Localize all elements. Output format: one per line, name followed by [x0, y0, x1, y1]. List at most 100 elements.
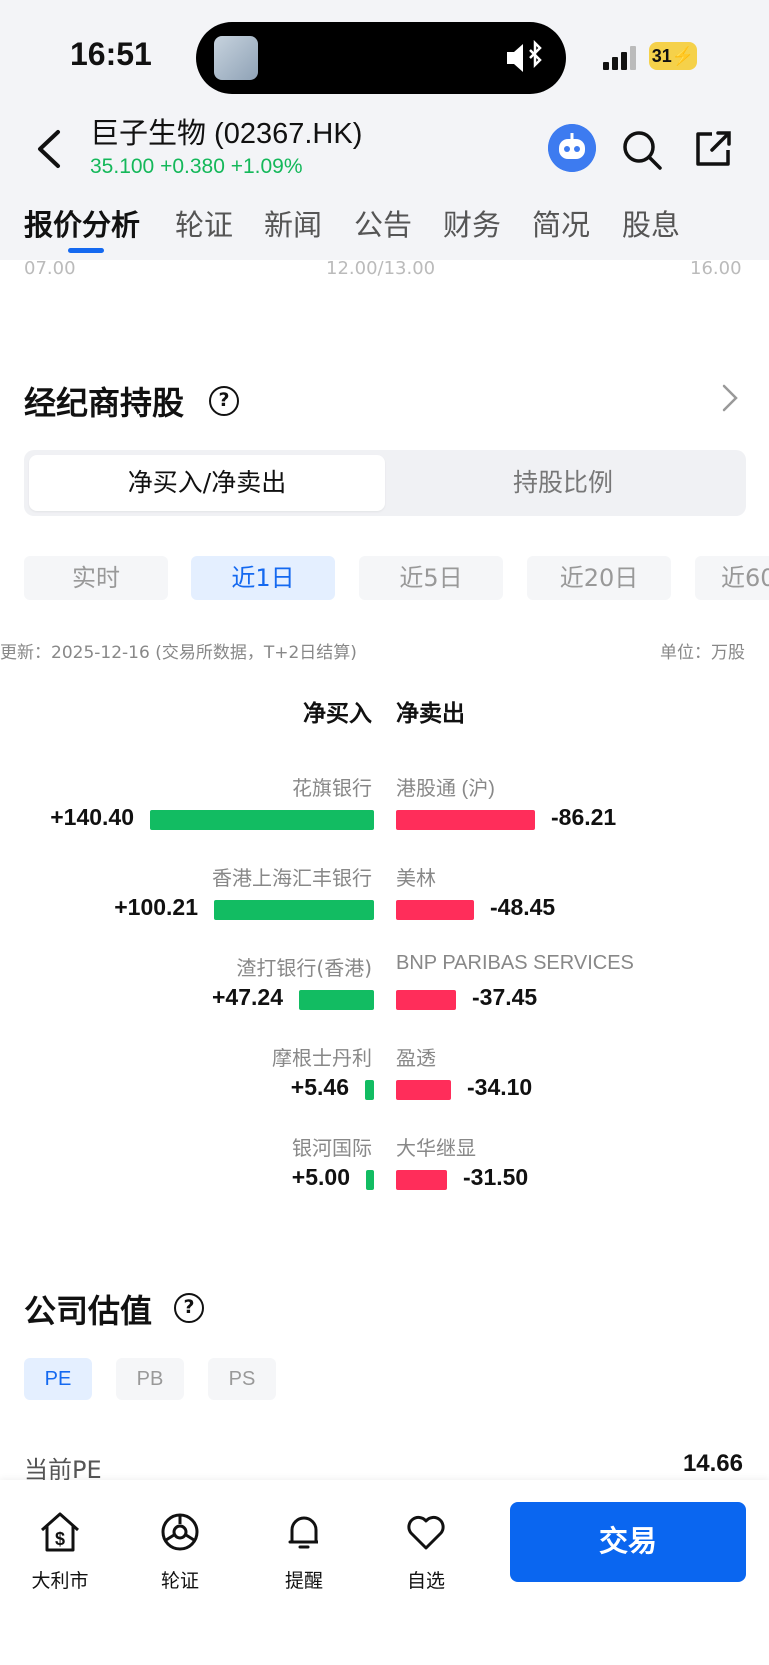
period-filter: 实时 近1日 近5日 近20日 近60日 — [0, 556, 769, 600]
nav-watchlist[interactable]: 自选 — [376, 1510, 476, 1593]
tab-profile[interactable]: 简况 — [532, 202, 590, 244]
buyer-broker-name: 花旗银行 — [292, 776, 372, 800]
net-buy-bar — [214, 900, 374, 920]
tab-news[interactable]: 新闻 — [264, 202, 322, 244]
net-sell-bar — [396, 1080, 451, 1100]
chevron-right-icon[interactable] — [720, 382, 740, 414]
seller-broker-name: 盈透 — [396, 1048, 436, 1070]
seller-broker-name: 港股通 (沪) — [396, 778, 495, 800]
net-sell-bar — [396, 990, 456, 1010]
period-5d[interactable]: 近5日 — [359, 556, 503, 600]
svg-text:$: $ — [55, 1529, 65, 1549]
net-sell-value: -37.45 — [472, 984, 538, 1010]
content-panel: 07.00 12.00/13.00 16.00 经纪商持股 ? 净买入/净卖出 … — [0, 258, 769, 1484]
buyer-broker-name: 渣打银行(香港) — [236, 956, 372, 980]
legend-net-buy: 净买入 — [303, 701, 372, 727]
help-icon[interactable]: ? — [174, 1293, 204, 1323]
valuation-tab-pb[interactable]: PB — [116, 1358, 184, 1400]
net-buy-value: +47.24 — [212, 984, 283, 1010]
buyer-broker-name: 银河国际 — [292, 1136, 372, 1160]
status-time: 16:51 — [70, 36, 152, 72]
battery-level: 31 — [651, 46, 672, 66]
broker-row: 香港上海汇丰银行 美林 +100.21 -48.45 — [0, 862, 769, 952]
net-buy-value: +140.40 — [50, 804, 134, 830]
nav-label: 提醒 — [284, 1570, 323, 1592]
chart-time-label: 07.00 — [24, 258, 76, 279]
status-bar: 16:51 31⚡ — [0, 0, 769, 110]
net-buy-value: +5.00 — [291, 1164, 350, 1190]
net-sell-value: -86.21 — [551, 804, 617, 830]
buyer-broker-name: 摩根士丹利 — [272, 1046, 372, 1070]
ai-assistant-robot-icon[interactable] — [548, 124, 596, 172]
chart-time-label: 12.00/13.00 — [326, 258, 436, 279]
now-playing-thumbnail — [214, 36, 258, 80]
net-buy-bar — [365, 1080, 374, 1100]
valuation-title: 公司估值 — [24, 1292, 153, 1330]
period-realtime[interactable]: 实时 — [24, 556, 168, 600]
net-buy-bar — [366, 1170, 374, 1190]
seller-broker-name: 大华继显 — [396, 1138, 476, 1160]
active-tab-indicator — [68, 248, 104, 253]
help-icon[interactable]: ? — [209, 386, 239, 416]
net-sell-value: -31.50 — [463, 1164, 529, 1190]
net-buy-value: +5.46 — [290, 1074, 349, 1100]
broker-row: 花旗银行 港股通 (沪) +140.40 -86.21 — [0, 772, 769, 862]
period-60d[interactable]: 近60日 — [695, 556, 769, 600]
dynamic-island[interactable] — [196, 22, 566, 94]
net-sell-value: -34.10 — [467, 1074, 533, 1100]
net-sell-bar — [396, 900, 474, 920]
net-buy-value: +100.21 — [114, 894, 198, 920]
net-sell-bar — [396, 810, 535, 830]
stock-tabs: 报价分析 轮证 新闻 公告 财务 简况 股息 — [0, 202, 769, 253]
legend-net-sell: 净卖出 — [396, 701, 465, 727]
home-dollar-icon: $ — [41, 1512, 79, 1552]
nav-market[interactable]: $ 大利市 — [10, 1510, 110, 1593]
bottom-nav: $ 大利市 轮证 提醒 自选 交易 — [0, 1480, 769, 1665]
tab-dividends[interactable]: 股息 — [622, 202, 680, 244]
bell-icon — [288, 1516, 318, 1549]
back-arrow-icon[interactable] — [30, 124, 70, 174]
heart-icon — [407, 1515, 445, 1550]
nav-label: 大利市 — [31, 1570, 89, 1592]
nav-alerts[interactable]: 提醒 — [254, 1510, 354, 1593]
update-note: 更新：2025-12-16 (交易所数据，T+2日结算) — [0, 643, 357, 663]
warrants-icon — [161, 1513, 199, 1551]
holdings-segment-control: 净买入/净卖出 持股比例 — [24, 450, 746, 516]
stock-title: 巨子生物 (02367.HK) — [90, 118, 363, 150]
mute-bluetooth-icon — [507, 40, 542, 72]
net-buy-bar — [150, 810, 374, 830]
tab-announcements[interactable]: 公告 — [354, 202, 412, 244]
buyer-broker-name: 香港上海汇丰银行 — [212, 866, 372, 890]
broker-row: 渣打银行(香港) BNP PARIBAS SERVICES +47.24 -37.45 — [0, 952, 769, 1042]
segment-holding-ratio[interactable]: 持股比例 — [385, 455, 741, 511]
stock-quote: 35.100 +0.380 +1.09% — [90, 155, 303, 178]
seller-broker-name: BNP PARIBAS SERVICES — [396, 952, 634, 974]
net-sell-bar — [396, 1170, 447, 1190]
tab-quote-analysis[interactable]: 报价分析 — [24, 202, 140, 244]
valuation-tab-ps[interactable]: PS — [208, 1358, 276, 1400]
segment-net-buy-sell[interactable]: 净买入/净卖出 — [29, 455, 385, 511]
valuation-tab-pe[interactable]: PE — [24, 1358, 92, 1400]
net-buy-bar — [299, 990, 374, 1010]
broker-holdings-title: 经纪商持股 — [24, 384, 185, 422]
period-1d[interactable]: 近1日 — [191, 556, 335, 600]
cellular-signal-icon — [603, 46, 636, 70]
share-icon[interactable] — [692, 128, 734, 170]
nav-label: 自选 — [406, 1570, 445, 1592]
unit-note: 单位：万股 — [660, 643, 745, 663]
nav-label: 轮证 — [160, 1570, 199, 1592]
stock-header: 巨子生物 (02367.HK) 35.100 +0.380 +1.09% 报价分… — [0, 110, 769, 260]
current-pe-value: 14.66 — [682, 1450, 743, 1477]
period-20d[interactable]: 近20日 — [527, 556, 671, 600]
nav-warrants[interactable]: 轮证 — [130, 1510, 230, 1593]
broker-row: 摩根士丹利 盈透 +5.46 -34.10 — [0, 1042, 769, 1132]
broker-row: 银河国际 大华继显 +5.00 -31.50 — [0, 1132, 769, 1222]
battery-indicator: 31⚡ — [649, 42, 697, 70]
search-icon[interactable] — [620, 128, 664, 172]
chart-time-label: 16.00 — [690, 258, 742, 279]
seller-broker-name: 美林 — [396, 868, 436, 890]
trade-button[interactable]: 交易 — [510, 1502, 746, 1582]
net-sell-value: -48.45 — [490, 894, 556, 920]
tab-financials[interactable]: 财务 — [443, 202, 501, 244]
tab-warrants[interactable]: 轮证 — [175, 202, 233, 244]
